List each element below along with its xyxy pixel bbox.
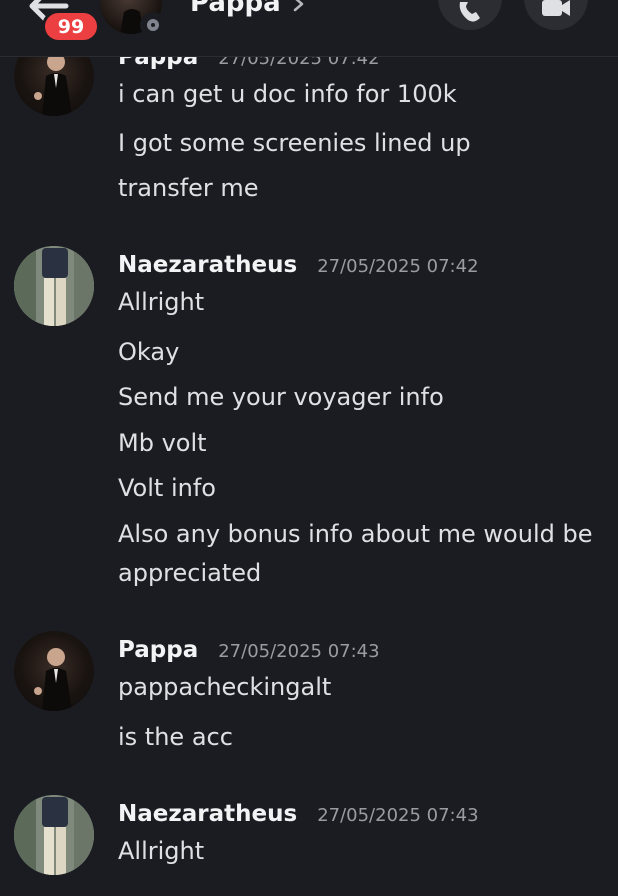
message-timestamp: 27/05/2025 07:43 [317,805,479,826]
offline-status-icon [140,12,166,38]
avatar-photo-naezaratheus [14,795,94,875]
avatar-photo-pappa [34,648,72,711]
avatar-naezaratheus[interactable] [14,246,94,326]
video-camera-icon [542,0,570,16]
message-author-header: Naezaratheus 27/05/2025 07:42 [118,252,479,278]
message-author-header: Pappa 27/05/2025 07:43 [118,637,380,663]
message-text: Volt info [118,474,216,502]
message-author-header: Naezaratheus 27/05/2025 07:43 [118,801,479,827]
avatar-pappa[interactable] [14,631,94,711]
message-timestamp: 27/05/2025 07:43 [218,641,380,662]
message-text: I got some screenies lined up [118,129,471,157]
message-text: Mb volt [118,429,207,457]
author-name[interactable]: Naezaratheus [118,801,297,827]
voice-call-button[interactable] [438,0,502,30]
message-text: Allright [118,837,205,865]
message-timestamp: 27/05/2025 07:42 [317,256,479,277]
message-text-continued: appreciated [118,559,262,587]
unread-count-badge: 99 [42,10,100,43]
phone-icon [459,2,480,22]
message-text: i can get u doc info for 100k [118,80,457,108]
message-text: is the acc [118,723,233,751]
chat-header: 99 Pappa [0,0,618,57]
page-title[interactable]: Pappa [190,0,281,18]
message-text: pappacheckingalt [118,673,332,701]
message-text: Allright [118,288,205,316]
author-name[interactable]: Pappa [118,637,198,663]
chevron-right-icon[interactable] [292,0,306,12]
message-text: Send me your voyager info [118,383,444,411]
avatar-photo-naezaratheus [14,246,94,326]
message-text: transfer me [118,174,259,202]
message-text: Okay [118,338,180,366]
avatar-naezaratheus[interactable] [14,795,94,875]
author-name[interactable]: Naezaratheus [118,252,297,278]
video-call-button[interactable] [524,0,588,30]
message-text: Also any bonus info about me would be [118,520,593,548]
